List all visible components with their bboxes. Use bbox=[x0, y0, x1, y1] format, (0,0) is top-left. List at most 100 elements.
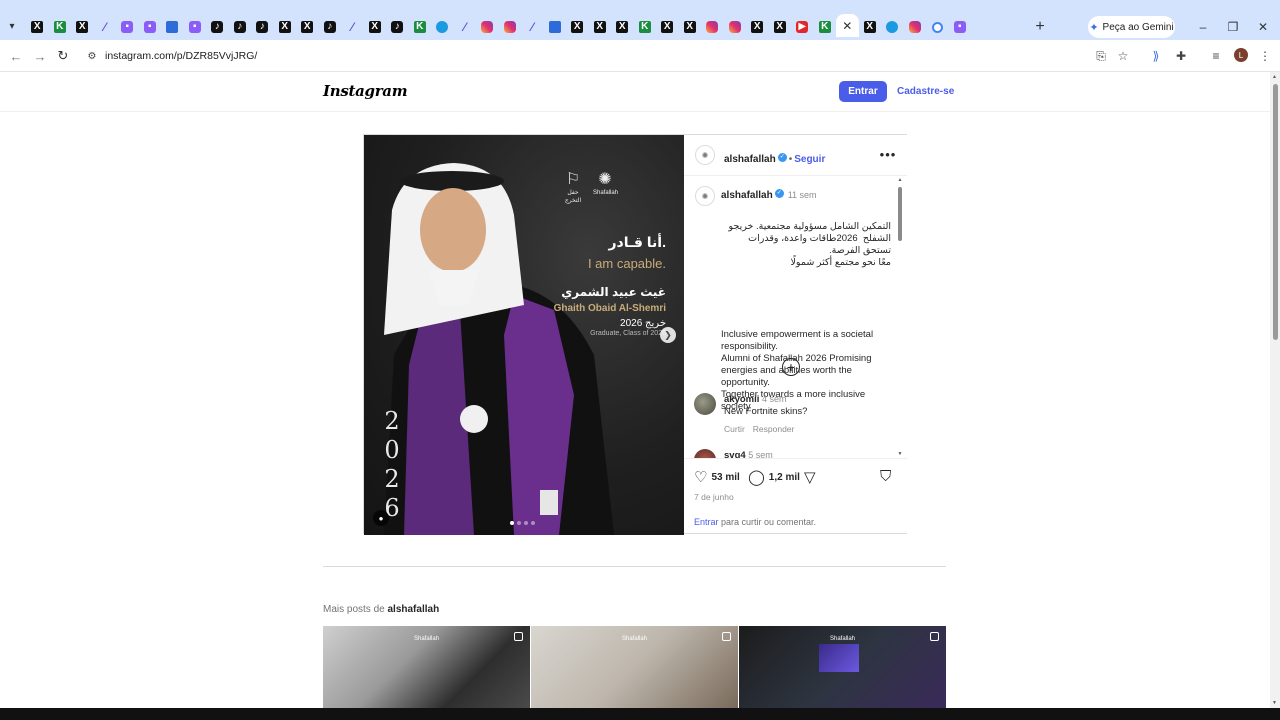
page-scrollbar-thumb[interactable] bbox=[1273, 84, 1278, 340]
author-username[interactable]: alshafallah bbox=[724, 154, 776, 165]
more-posts-username[interactable]: alshafallah bbox=[387, 604, 439, 615]
tab-twitch-icon[interactable]: ▪ bbox=[949, 17, 972, 37]
tab-k-icon[interactable]: K bbox=[49, 17, 72, 37]
login-button[interactable]: Entrar bbox=[839, 81, 887, 102]
signup-link[interactable]: Cadastre-se bbox=[897, 86, 954, 97]
tab-feather-icon[interactable]: ⁄ bbox=[521, 17, 544, 37]
restore-icon[interactable]: ❐ bbox=[1222, 17, 1244, 37]
tab-tiktok-icon[interactable]: ♪ bbox=[386, 17, 409, 37]
active-tab[interactable]: ✕ bbox=[836, 14, 859, 37]
tab-x-icon[interactable]: X bbox=[656, 17, 679, 37]
tab-x-icon[interactable]: X bbox=[589, 17, 612, 37]
bookmark-icon[interactable]: ⛉ bbox=[880, 468, 891, 485]
comment-username[interactable]: akyomii bbox=[724, 394, 759, 405]
commenter-avatar[interactable] bbox=[694, 449, 716, 458]
extension-icon[interactable]: ⟫ bbox=[1147, 47, 1165, 65]
site-info-icon[interactable]: ⚙ bbox=[84, 48, 100, 64]
reload-icon[interactable]: ↻ bbox=[53, 46, 73, 66]
page-scrollbar[interactable]: ▲ ▼ bbox=[1270, 72, 1280, 708]
author-avatar[interactable]: ✺ bbox=[695, 145, 715, 165]
address-bar[interactable]: instagram.com/p/DZR85VvjJRG/ bbox=[105, 48, 257, 64]
load-more-comments-icon[interactable]: + bbox=[782, 358, 800, 376]
scrollbar-thumb[interactable] bbox=[898, 187, 902, 241]
scroll-down-icon[interactable]: ▼ bbox=[897, 451, 903, 457]
back-icon[interactable]: ← bbox=[6, 46, 26, 66]
tab-x-icon[interactable]: X bbox=[859, 17, 882, 37]
comment-username[interactable]: svg4 bbox=[724, 450, 746, 458]
comment-bubble-icon[interactable]: ◯ bbox=[748, 468, 765, 486]
tab-tiktok-icon[interactable]: ♪ bbox=[229, 17, 252, 37]
instagram-logo[interactable]: Instagram bbox=[323, 82, 408, 100]
tab-feather-icon[interactable]: ⁄ bbox=[454, 17, 477, 37]
tab-feather-icon[interactable]: ⁄ bbox=[341, 17, 364, 37]
post-thumbnail[interactable]: Shafallah bbox=[323, 626, 530, 708]
tab-g-icon[interactable] bbox=[926, 17, 949, 37]
tab-yt-icon[interactable]: ▶ bbox=[791, 17, 814, 37]
extensions-puzzle-icon[interactable]: ✚ bbox=[1172, 47, 1190, 65]
save-action[interactable]: ⛉ bbox=[880, 468, 891, 485]
tab-k-icon[interactable]: K bbox=[409, 17, 432, 37]
comment-reply-button[interactable]: Responder bbox=[753, 424, 795, 434]
tab-x-icon[interactable]: X bbox=[611, 17, 634, 37]
tab-tiktok-icon[interactable]: ♪ bbox=[319, 17, 342, 37]
tab-x-icon[interactable]: X bbox=[679, 17, 702, 37]
tab-search-chevron-icon[interactable]: ▾ bbox=[4, 16, 20, 36]
post-thumbnail[interactable]: Shafallah bbox=[531, 626, 738, 708]
tab-x-icon[interactable]: X bbox=[26, 17, 49, 37]
tab-x-icon[interactable]: X bbox=[566, 17, 589, 37]
tab-x-icon[interactable]: X bbox=[364, 17, 387, 37]
tab-x-icon[interactable]: X bbox=[746, 17, 769, 37]
share-action[interactable]: ▽ bbox=[804, 468, 816, 486]
tab-twitch-icon[interactable]: ▪ bbox=[139, 17, 162, 37]
tab-x-icon[interactable]: X bbox=[71, 17, 94, 37]
carousel-next-icon[interactable]: ❯ bbox=[660, 327, 676, 343]
gemini-button[interactable]: ✦ Peça ao Gemini bbox=[1088, 16, 1175, 38]
browser-menu-icon[interactable]: ⋮ bbox=[1256, 47, 1274, 65]
forward-icon[interactable]: → bbox=[30, 46, 50, 66]
tab-insta-icon[interactable] bbox=[724, 17, 747, 37]
tab-k-icon[interactable]: K bbox=[634, 17, 657, 37]
minimize-icon[interactable]: – bbox=[1192, 17, 1214, 37]
new-tab-button[interactable]: + bbox=[1031, 17, 1049, 37]
tab-insta-icon[interactable] bbox=[499, 17, 522, 37]
profile-avatar[interactable]: L bbox=[1234, 48, 1248, 62]
post-thumbnail[interactable]: Shafallah bbox=[739, 626, 946, 708]
caption-avatar[interactable]: ✺ bbox=[695, 186, 715, 206]
post-image[interactable]: ⚐ حفل التخرج ✺ Shafallah أنا قـادر. I am c… bbox=[364, 135, 684, 535]
comment-like-button[interactable]: Curtir bbox=[724, 424, 745, 434]
tab-insta-icon[interactable] bbox=[476, 17, 499, 37]
install-app-icon[interactable]: ⎘ bbox=[1092, 47, 1110, 65]
heart-icon[interactable]: ♡ bbox=[694, 468, 707, 486]
tab-tiktok-icon[interactable]: ♪ bbox=[206, 17, 229, 37]
tab-twitch-icon[interactable]: ▪ bbox=[184, 17, 207, 37]
close-window-icon[interactable]: ✕ bbox=[1252, 17, 1274, 37]
more-options-icon[interactable]: ••• bbox=[878, 147, 898, 162]
comments-scrollbar[interactable]: ▲ ▼ bbox=[898, 177, 903, 457]
tab-x-icon[interactable]: X bbox=[769, 17, 792, 37]
tab-tiktok-icon[interactable]: ♪ bbox=[251, 17, 274, 37]
tab-insta-icon[interactable] bbox=[701, 17, 724, 37]
tab-x-icon[interactable]: X bbox=[296, 17, 319, 37]
comments-scroll-area[interactable]: ✺ alshafallah ✓ 11 sem التمكين الشامل مسؤو… bbox=[684, 177, 907, 458]
follow-button[interactable]: Seguir bbox=[794, 154, 825, 165]
tab-x-icon[interactable]: X bbox=[274, 17, 297, 37]
login-prompt-link[interactable]: Entrar bbox=[694, 517, 719, 527]
tab-k-icon[interactable]: K bbox=[814, 17, 837, 37]
tab-blue-icon[interactable] bbox=[161, 17, 184, 37]
share-send-icon[interactable]: ▽ bbox=[804, 468, 816, 486]
tab-twitch-icon[interactable]: ▪ bbox=[116, 17, 139, 37]
scroll-up-icon[interactable]: ▲ bbox=[897, 177, 903, 183]
tagged-user-icon[interactable]: ● bbox=[373, 510, 389, 526]
media-control-icon[interactable]: ≡ bbox=[1207, 47, 1225, 65]
bookmark-star-icon[interactable]: ☆ bbox=[1114, 47, 1132, 65]
tab-circ-icon[interactable] bbox=[881, 17, 904, 37]
tab-circ-icon[interactable] bbox=[431, 17, 454, 37]
tab-feather-icon[interactable]: ⁄ bbox=[94, 17, 117, 37]
page-scroll-down-icon[interactable]: ▼ bbox=[1272, 700, 1277, 706]
tab-insta-icon[interactable] bbox=[904, 17, 927, 37]
comment-action[interactable]: ◯ 1,2 mil bbox=[748, 468, 800, 486]
commenter-avatar[interactable] bbox=[694, 393, 716, 415]
page-scroll-up-icon[interactable]: ▲ bbox=[1272, 74, 1277, 80]
like-action[interactable]: ♡ 53 mil bbox=[694, 468, 740, 486]
close-tab-icon[interactable]: ✕ bbox=[842, 19, 852, 33]
